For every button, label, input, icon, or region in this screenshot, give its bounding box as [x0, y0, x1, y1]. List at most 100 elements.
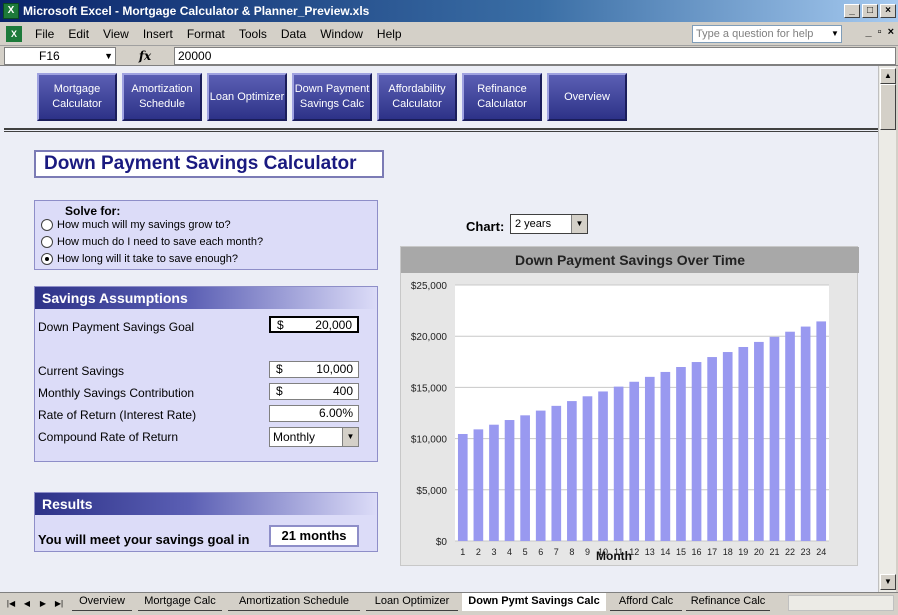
name-box[interactable]: F16 ▼: [4, 46, 116, 65]
savings-assumptions-panel: Savings Assumptions Down Payment Savings…: [34, 286, 378, 462]
vertical-scrollbar[interactable]: ▲ ▼: [878, 66, 896, 592]
nav-mortgage-calculator-button[interactable]: Mortgage Calculator: [37, 73, 117, 121]
last-sheet-icon[interactable]: ▶|: [52, 597, 66, 611]
option-label: How much will my savings grow to?: [57, 219, 231, 231]
goal-input[interactable]: $ 20,000: [269, 316, 359, 333]
minimize-icon[interactable]: _: [844, 4, 860, 18]
nav-amortization-schedule-button[interactable]: Amortization Schedule: [122, 73, 202, 121]
x-tick-label: 2: [476, 547, 481, 557]
nav-affordability-button[interactable]: Affordability Calculator: [377, 73, 457, 121]
y-tick-label: $25,000: [411, 281, 448, 292]
window-titlebar: X Microsoft Excel - Mortgage Calculator …: [0, 0, 898, 22]
chevron-down-icon[interactable]: ▼: [571, 215, 587, 233]
nav-overview-button[interactable]: Overview: [547, 73, 627, 121]
first-sheet-icon[interactable]: |◀: [4, 597, 18, 611]
next-sheet-icon[interactable]: ▶: [36, 597, 50, 611]
chart-bar: [769, 336, 780, 541]
menu-format[interactable]: Format: [180, 27, 232, 41]
solve-option-grow[interactable]: How much will my savings grow to?: [41, 219, 231, 231]
solve-for-panel: Solve for: How much will my savings grow…: [34, 200, 378, 270]
tab-amortization-schedule[interactable]: Amortization Schedule: [228, 593, 360, 611]
chart-bar: [707, 357, 717, 541]
current-savings-value: 10,000: [316, 362, 353, 376]
x-tick-label: 22: [785, 547, 795, 557]
chart-bar: [535, 410, 546, 541]
menu-file[interactable]: File: [28, 27, 61, 41]
chevron-down-icon[interactable]: ▼: [829, 26, 841, 42]
menu-edit[interactable]: Edit: [61, 27, 96, 41]
compound-value: Monthly: [273, 430, 316, 444]
help-placeholder: Type a question for help: [696, 28, 814, 40]
tab-afford-calc[interactable]: Afford Calc: [610, 593, 682, 611]
compound-select[interactable]: Monthly ▼: [269, 427, 359, 447]
x-tick-label: 7: [554, 547, 559, 557]
x-tick-label: 19: [738, 547, 748, 557]
x-tick-label: 8: [569, 547, 574, 557]
chart-period-select[interactable]: 2 years ▼: [510, 214, 588, 234]
x-tick-label: 3: [491, 547, 496, 557]
radio-button-selected[interactable]: [41, 253, 53, 265]
chart-bar: [754, 341, 764, 541]
doc-restore-icon[interactable]: ▫: [878, 26, 882, 38]
workbook-icon[interactable]: X: [6, 25, 22, 42]
tab-mortgage-calc[interactable]: Mortgage Calc: [138, 593, 222, 611]
chevron-down-icon[interactable]: ▼: [342, 428, 358, 446]
worksheet: Mortgage Calculator Amortization Schedul…: [0, 66, 878, 592]
monthly-contribution-input[interactable]: $ 400: [269, 383, 359, 400]
solve-option-time[interactable]: How long will it take to save enough?: [41, 253, 238, 265]
formula-input[interactable]: 20000: [174, 46, 896, 65]
rate-input[interactable]: 6.00%: [269, 405, 359, 422]
nav-loan-optimizer-button[interactable]: Loan Optimizer: [207, 73, 287, 121]
menu-data[interactable]: Data: [274, 27, 313, 41]
goal-label: Down Payment Savings Goal: [38, 320, 195, 334]
chart-bar: [800, 326, 811, 541]
current-savings-input[interactable]: $ 10,000: [269, 361, 359, 378]
chart-bar: [598, 391, 608, 541]
chart-bar: [473, 429, 484, 541]
document-controls: _ ▫ ×: [866, 26, 894, 38]
menu-tools[interactable]: Tools: [232, 27, 274, 41]
chart-bar: [644, 376, 655, 541]
x-tick-label: 20: [754, 547, 764, 557]
tab-refinance-calc[interactable]: Refinance Calc: [686, 593, 770, 611]
radio-button[interactable]: [41, 219, 53, 231]
chart-bar: [738, 346, 749, 541]
scroll-down-icon[interactable]: ▼: [880, 574, 896, 590]
close-icon[interactable]: ×: [880, 4, 896, 18]
doc-close-icon[interactable]: ×: [888, 26, 894, 38]
chart-bar: [504, 420, 515, 541]
tab-loan-optimizer[interactable]: Loan Optimizer: [366, 593, 458, 611]
x-tick-label: 13: [645, 547, 655, 557]
chart-period-value: 2 years: [515, 218, 552, 230]
solve-option-monthly[interactable]: How much do I need to save each month?: [41, 236, 263, 248]
window-title: Microsoft Excel - Mortgage Calculator & …: [23, 4, 370, 18]
scroll-thumb[interactable]: [880, 84, 896, 130]
horizontal-scrollbar[interactable]: [788, 595, 894, 611]
x-tick-label: 23: [801, 547, 811, 557]
chevron-down-icon[interactable]: ▼: [104, 48, 113, 64]
radio-button[interactable]: [41, 236, 53, 248]
nav-down-payment-button[interactable]: Down Payment Savings Calc: [292, 73, 372, 121]
scroll-up-icon[interactable]: ▲: [880, 68, 896, 84]
doc-minimize-icon[interactable]: _: [866, 26, 872, 38]
help-search-input[interactable]: Type a question for help ▼: [692, 25, 842, 43]
menu-insert[interactable]: Insert: [136, 27, 180, 41]
x-tick-label: 4: [507, 547, 512, 557]
menu-window[interactable]: Window: [313, 27, 370, 41]
x-tick-label: 1: [460, 547, 465, 557]
tab-navigation: |◀ ◀ ▶ ▶|: [4, 597, 66, 611]
y-tick-label: $10,000: [411, 435, 448, 446]
menu-view[interactable]: View: [96, 27, 136, 41]
menu-help[interactable]: Help: [370, 27, 409, 41]
cell-reference: F16: [39, 48, 60, 63]
prev-sheet-icon[interactable]: ◀: [20, 597, 34, 611]
function-icon[interactable]: fx: [116, 49, 174, 63]
tab-overview[interactable]: Overview: [72, 593, 132, 611]
nav-refinance-button[interactable]: Refinance Calculator: [462, 73, 542, 121]
maximize-icon[interactable]: □: [862, 4, 878, 18]
x-tick-label: 21: [769, 547, 779, 557]
tab-down-pymt-savings-calc[interactable]: Down Pymt Savings Calc: [462, 593, 606, 611]
results-title: Results: [35, 493, 377, 515]
x-tick-label: 5: [523, 547, 528, 557]
savings-assumptions-title: Savings Assumptions: [35, 287, 377, 309]
